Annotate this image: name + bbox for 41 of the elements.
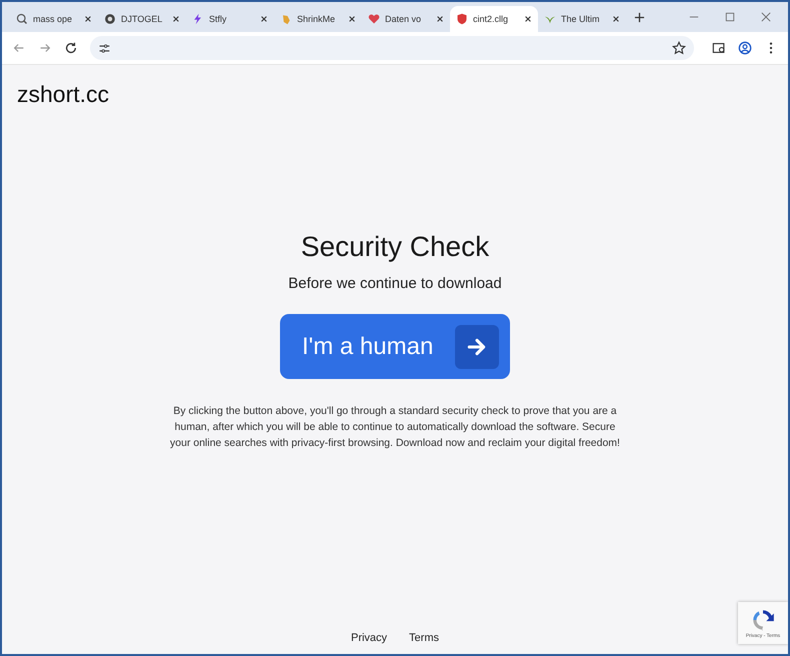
profile-icon[interactable] [738,41,752,55]
browser-tab[interactable]: DJTOGEL [98,6,186,32]
sidepanel-icon[interactable] [712,41,726,55]
forward-icon[interactable] [38,41,52,55]
star-icon[interactable] [672,41,686,55]
browser-tab[interactable]: cint2.cllg [450,6,538,32]
new-tab-icon[interactable] [634,12,645,22]
browser-tab[interactable]: mass ope [10,6,98,32]
tab-title: mass ope [33,14,74,24]
browser-tab[interactable]: Stfly [186,6,274,32]
close-icon[interactable] [348,15,356,23]
tab-title: Daten vo [385,14,422,24]
site-settings-icon[interactable] [98,42,111,54]
description: By clicking the button above, you'll go through a standard security check to prove that you are a human, after which you will be able to continue to automatically download the software. Secure your online searches with privacy-first browsing. Download now and reclaim your digital freedom! [169,404,621,451]
human-button[interactable]: I'm a human [280,314,510,379]
reload-icon[interactable] [64,41,78,55]
close-icon[interactable] [524,15,532,23]
footer-link[interactable]: Privacy [350,632,388,644]
tab-title: cint2.cllg [473,14,510,24]
tab-title: ShrinkMe [297,14,336,24]
browser-tab[interactable]: Daten vo [362,6,450,32]
magnifier-icon [16,13,28,25]
subheading: Before we continue to download [288,275,502,292]
bolt-icon [192,13,204,25]
tab-title: The Ultim [561,14,601,24]
maximize-icon[interactable] [725,12,735,22]
heart-icon [368,13,380,25]
back-icon[interactable] [12,41,26,55]
close-icon[interactable] [436,15,444,23]
site-name: zshort.cc [16,80,110,108]
heading: Security Check [300,231,490,263]
close-icon[interactable] [84,15,92,23]
tab-title: DJTOGEL [121,14,164,24]
tab-title: Stfly [209,14,228,24]
browser-tab[interactable]: ShrinkMe [274,6,362,32]
shield-icon [456,13,468,25]
footer-link[interactable]: Terms [409,632,439,644]
browser-tab[interactable]: The Ultim [538,6,626,32]
close-icon[interactable] [260,15,268,23]
close-icon[interactable] [612,15,620,23]
close-icon[interactable] [172,15,180,23]
